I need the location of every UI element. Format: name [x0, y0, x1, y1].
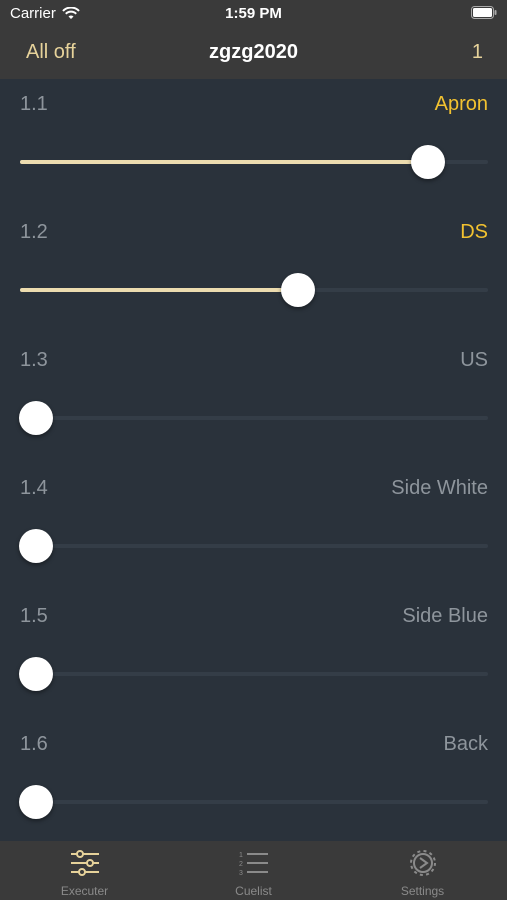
fader-number: 1.2 [20, 221, 48, 243]
fader-name: Back [443, 733, 488, 755]
fader-number: 1.1 [20, 93, 48, 115]
page-number-button[interactable]: 1 [472, 41, 483, 64]
fader-knob[interactable] [19, 529, 53, 563]
tab-label: Settings [400, 884, 445, 898]
fader-knob[interactable] [19, 785, 53, 819]
svg-text:3: 3 [239, 870, 243, 877]
fader-knob[interactable] [411, 145, 446, 179]
fader-fill [20, 288, 298, 292]
svg-text:2: 2 [239, 861, 243, 868]
gear-icon [410, 850, 436, 876]
fader-number: 1.4 [20, 477, 48, 499]
tab-settings[interactable]: Settings [338, 841, 507, 900]
battery-icon [471, 6, 497, 19]
fader-row: 1.3 US [0, 335, 507, 463]
nav-bar: All off zgzg2020 1 [0, 28, 507, 79]
fader-track[interactable] [19, 657, 488, 691]
numbered-list-icon: 1 2 3 [239, 852, 268, 877]
fader-list: 1.1 Apron 1.2 DS 1.3 US 1.4 Side White 1… [0, 79, 507, 841]
fader-name: US [460, 349, 488, 371]
tab-bar: Executer 1 2 3 Cuelist Settings [0, 841, 507, 900]
fader-name: DS [460, 221, 488, 243]
fader-knob[interactable] [19, 401, 53, 435]
tab-label: Executer [60, 884, 109, 898]
fader-name: Side White [391, 477, 488, 499]
fader-row: 1.4 Side White [0, 463, 507, 591]
fader-name: Apron [434, 93, 488, 115]
fader-number: 1.3 [20, 349, 48, 371]
fader-track[interactable] [19, 401, 488, 435]
svg-text:1: 1 [239, 852, 243, 859]
fader-track[interactable] [19, 785, 488, 819]
sliders-icon [71, 850, 99, 876]
page-title: zgzg2020 [209, 41, 298, 63]
status-bar: Carrier 1:59 PM [0, 0, 507, 28]
fader-name: Side Blue [402, 605, 488, 627]
status-time: 1:59 PM [225, 5, 282, 22]
fader-row: 1.6 Back [0, 719, 507, 847]
fader-row: 1.5 Side Blue [0, 591, 507, 719]
fader-row: 1.1 Apron [0, 79, 507, 207]
tab-cuelist[interactable]: 1 2 3 Cuelist [169, 841, 338, 900]
fader-track[interactable] [20, 145, 488, 179]
fader-track[interactable] [19, 529, 488, 563]
fader-number: 1.6 [20, 733, 48, 755]
tab-executer[interactable]: Executer [0, 841, 169, 900]
fader-knob[interactable] [19, 657, 53, 691]
fader-knob[interactable] [280, 273, 315, 307]
fader-number: 1.5 [20, 605, 48, 627]
tab-label: Cuelist [235, 884, 272, 898]
fader-fill [20, 160, 429, 164]
fader-track[interactable] [20, 273, 488, 307]
fader-row: 1.2 DS [0, 207, 507, 335]
